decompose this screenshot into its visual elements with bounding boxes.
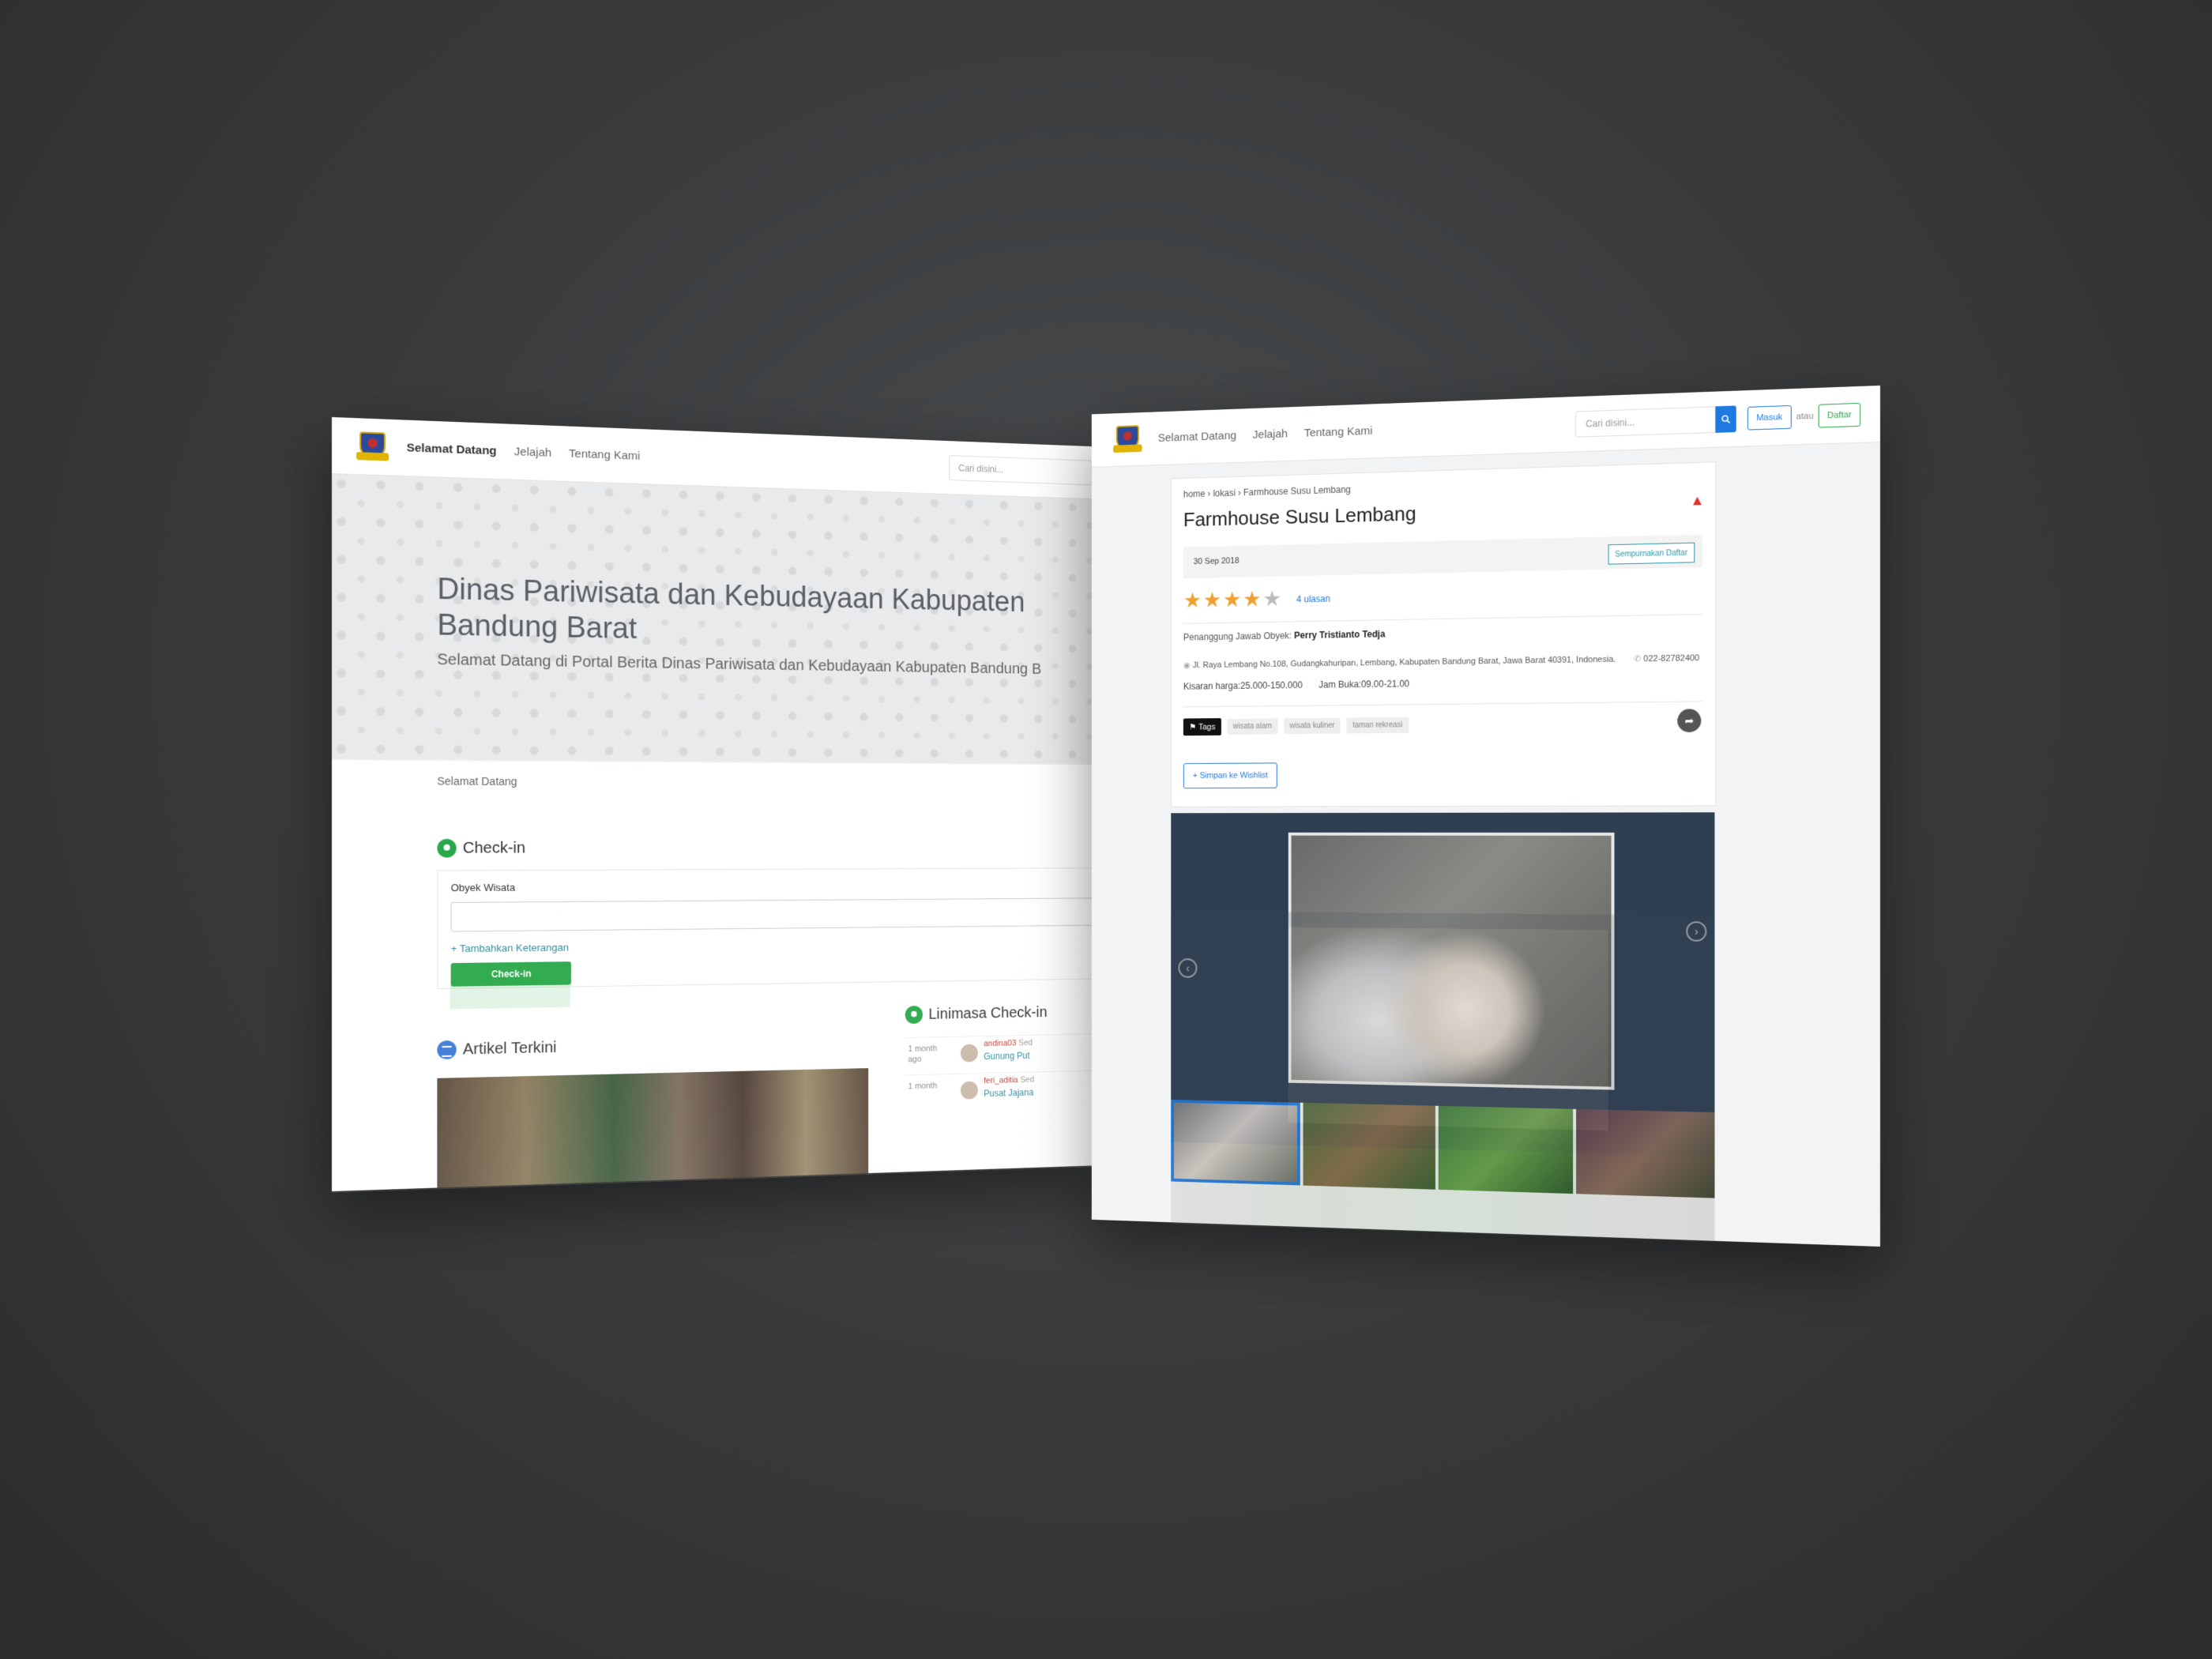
hero-title: Dinas Pariwisata dan Kebudayaan Kabupate… bbox=[437, 573, 1025, 645]
tag-icon: ⚑ bbox=[1189, 723, 1197, 732]
post-date: 30 Sep 2018 bbox=[1193, 556, 1240, 566]
hero-subtitle: Selamat Datang di Portal Berita Dinas Pa… bbox=[437, 651, 1042, 678]
nav-selamat-datang[interactable]: Selamat Datang bbox=[1158, 429, 1236, 444]
search-input[interactable]: Cari disini... bbox=[1575, 405, 1716, 438]
nav-selamat-datang[interactable]: Selamat Datang bbox=[407, 441, 497, 457]
star-icon[interactable]: ★ bbox=[1223, 588, 1241, 611]
divider bbox=[1183, 701, 1703, 708]
star-icon[interactable]: ★ bbox=[1243, 587, 1261, 611]
regency-logo[interactable] bbox=[1113, 422, 1142, 457]
search-group: Cari disini... bbox=[1575, 404, 1736, 438]
reviews-link[interactable]: 4 ulasan bbox=[1296, 593, 1330, 604]
tags-label: ⚑ Tags bbox=[1183, 718, 1221, 736]
search-input[interactable]: Cari disini... bbox=[949, 454, 1093, 485]
mockup-stage: Selamat Datang Jelajah Tentang Kami Cari… bbox=[0, 0, 2212, 1659]
floor-reflection bbox=[332, 902, 1093, 1193]
tag-chip[interactable]: taman rekreasi bbox=[1346, 717, 1409, 734]
date-bar: 30 Sep 2018 Sempurnakan Daftar bbox=[1183, 534, 1703, 579]
breadcrumb[interactable]: Selamat Datang bbox=[437, 775, 517, 788]
floor-reflection bbox=[1092, 911, 1880, 1248]
tag-chip[interactable]: wisata alam bbox=[1227, 718, 1278, 735]
breadcrumb[interactable]: home › lokasi › Farmhouse Susu Lembang bbox=[1183, 484, 1351, 499]
place-title: Farmhouse Susu Lembang bbox=[1183, 502, 1416, 531]
divider bbox=[1183, 614, 1703, 624]
phone-number[interactable]: ✆ 022-82782400 bbox=[1634, 653, 1699, 664]
star-rating[interactable]: ★ ★ ★ ★ ★ bbox=[1183, 587, 1281, 612]
top-navbar: Selamat Datang Jelajah Tentang Kami Cari… bbox=[1091, 386, 1880, 468]
fire-icon: ▲ bbox=[1690, 492, 1705, 509]
checkin-heading: Check-in bbox=[437, 838, 526, 858]
address: ◉ Jl. Raya Lembang No.108, Gudangkahurip… bbox=[1183, 654, 1616, 671]
nav-right-group: Cari disini... Masuk atau Daftar bbox=[1575, 401, 1880, 438]
nav-tentang-kami[interactable]: Tentang Kami bbox=[569, 447, 640, 463]
star-empty-icon[interactable]: ★ bbox=[1262, 587, 1281, 611]
phone-icon: ✆ bbox=[1634, 654, 1642, 664]
place-detail-card: home › lokasi › Farmhouse Susu Lembang F… bbox=[1171, 461, 1717, 807]
opening-hours: Jam Buka:09.00-21.00 bbox=[1319, 678, 1410, 690]
login-button[interactable]: Masuk bbox=[1747, 404, 1792, 431]
or-text: atau bbox=[1796, 411, 1814, 422]
map-pin-icon bbox=[437, 838, 457, 858]
person-in-charge: Penanggung Jawab Obyek: Perry Tristianto… bbox=[1183, 628, 1386, 643]
wishlist-button[interactable]: + Simpan ke Wishlist bbox=[1183, 762, 1278, 789]
search-icon bbox=[1721, 414, 1731, 423]
checkin-heading-text: Check-in bbox=[462, 839, 526, 857]
search-button[interactable] bbox=[1715, 404, 1736, 433]
price-range: Kisaran harga:25.000-150.000 bbox=[1183, 679, 1303, 692]
star-icon[interactable]: ★ bbox=[1203, 588, 1221, 611]
nav-jelajah[interactable]: Jelajah bbox=[514, 445, 551, 459]
tag-chip[interactable]: wisata kuliner bbox=[1283, 717, 1341, 735]
register-button[interactable]: Daftar bbox=[1818, 402, 1861, 428]
location-icon: ◉ bbox=[1183, 660, 1191, 671]
regency-logo[interactable] bbox=[356, 428, 389, 465]
share-icon[interactable]: ➦ bbox=[1677, 709, 1702, 733]
perfect-list-button[interactable]: Sempurnakan Daftar bbox=[1608, 542, 1695, 565]
star-icon[interactable]: ★ bbox=[1183, 589, 1202, 612]
hero-banner: Dinas Pariwisata dan Kebudayaan Kabupate… bbox=[332, 474, 1093, 764]
nav-jelajah[interactable]: Jelajah bbox=[1253, 427, 1288, 442]
obyek-wisata-label: Obyek Wisata bbox=[450, 881, 516, 894]
nav-tentang-kami[interactable]: Tentang Kami bbox=[1304, 424, 1373, 439]
tags-row: ⚑ Tags wisata alam wisata kuliner taman … bbox=[1183, 717, 1409, 736]
